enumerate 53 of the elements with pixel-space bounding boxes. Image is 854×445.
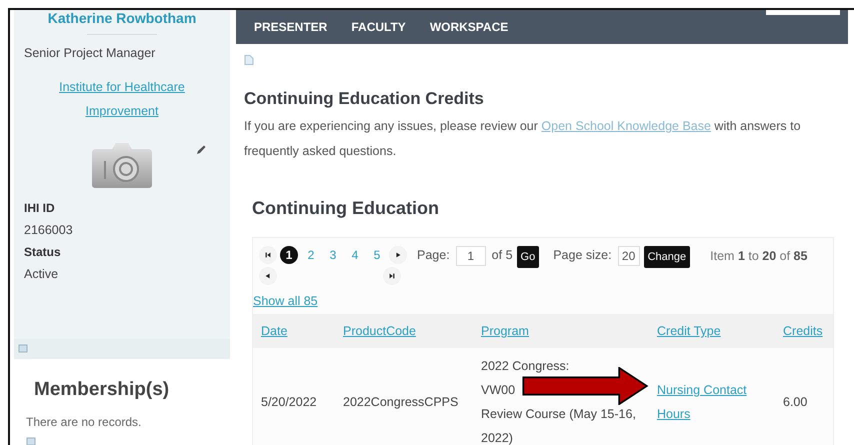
section-heading: Membership(s) [34, 379, 170, 401]
field-label: IHI ID [24, 201, 56, 215]
last-page-button[interactable] [383, 267, 401, 285]
next-triangle-icon [394, 251, 402, 259]
page-number[interactable]: 1 [280, 246, 298, 264]
intro-text: If you are experiencing any issues, please review our Open School Knowledge Base with answers to frequently asked questions. [244, 118, 802, 160]
nav-link[interactable]: WORKSPACE [430, 20, 508, 34]
previous-page-button[interactable] [259, 267, 277, 285]
table-cell: 5/20/2022 [253, 348, 335, 445]
page-size-field[interactable]: 20 [618, 246, 640, 266]
table-cell-text: VW00 [481, 382, 516, 399]
first-page-button[interactable] [259, 246, 277, 264]
page-title: Continuing Education Credits [244, 89, 485, 109]
credit-link[interactable]: Nursing Contact Hours [657, 378, 767, 426]
go-button[interactable]: Go [516, 246, 540, 268]
page-number[interactable]: 5 [368, 246, 386, 264]
profile-name: Katherine Rowbotham [46, 10, 198, 26]
change-button[interactable]: Change [644, 246, 690, 268]
pencil-icon[interactable] [196, 145, 206, 155]
nav-link[interactable]: FACULTY [351, 20, 406, 34]
skip-first-icon [264, 251, 272, 259]
previous-triangle-icon [264, 272, 272, 280]
camera-icon [90, 141, 154, 189]
field-label: Status [24, 245, 62, 259]
section-title: Continuing Education [252, 198, 440, 219]
empty-message: There are no records. [26, 415, 142, 429]
skip-last-icon [388, 272, 396, 280]
sort-link[interactable]: Credits [783, 324, 823, 338]
table-cell-text: Review Course (May 15-16, [481, 406, 636, 423]
nav-link[interactable]: PRESENTER [254, 20, 328, 34]
page-number[interactable]: 4 [346, 246, 364, 264]
next-page-button[interactable] [389, 246, 407, 264]
job-title: Senior Project Manager [24, 45, 156, 62]
page-count: of 5 [492, 248, 513, 262]
field-value: Active [24, 267, 60, 281]
organization-link[interactable]: Institute for Healthcare Improvement [47, 75, 197, 123]
page-label: Page: [417, 248, 450, 262]
page-size-label: Page size: [553, 248, 612, 262]
sort-link[interactable]: Program [481, 324, 529, 338]
knowledge-base-link[interactable]: Open School Knowledge Base [541, 119, 711, 133]
sort-link[interactable]: Date [261, 324, 288, 338]
table-cell: 6.00 [775, 348, 833, 445]
page-field[interactable]: 1 [456, 246, 486, 266]
table-cell-text: 2022 Congress: [481, 358, 570, 375]
page-number[interactable]: 3 [324, 246, 342, 264]
show-all-link[interactable]: Show all 85 [253, 294, 318, 308]
table-cell: 2022CongressCPPS [335, 348, 473, 445]
table-cell-text: 2022) [481, 430, 513, 445]
field-value: 2166003 [24, 223, 74, 237]
page-number[interactable]: 2 [302, 246, 320, 264]
item-summary: Item 1 to 20 of 85 [710, 249, 808, 263]
sort-link[interactable]: ProductCode [343, 324, 416, 338]
sort-link[interactable]: Credit Type [657, 324, 721, 338]
